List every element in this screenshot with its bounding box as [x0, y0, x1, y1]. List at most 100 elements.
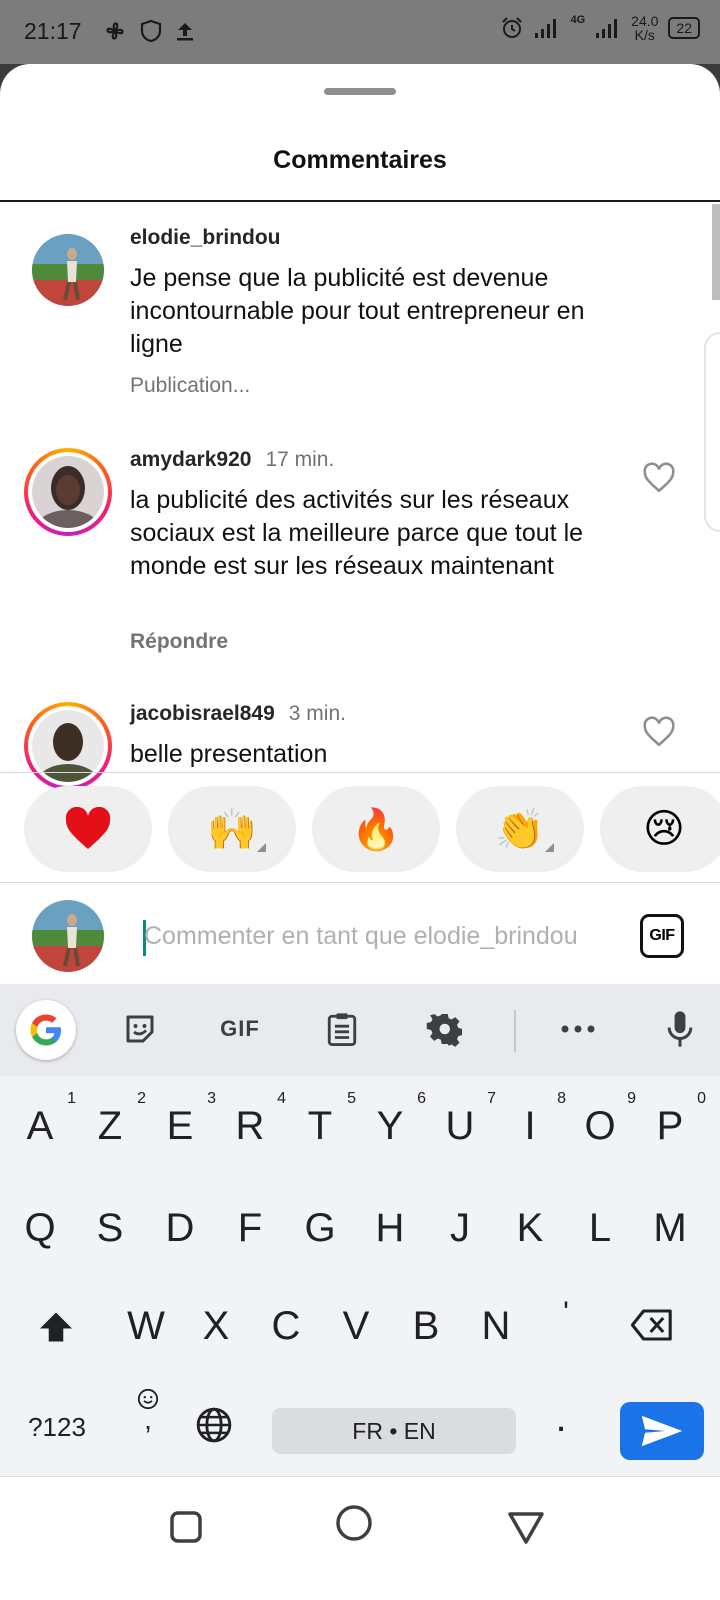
keyboard-keys: A1Z2E3R4T5Y6U7I8O9P0 QSDFGHJKLM W X C V B N ' …: [0, 1076, 720, 1477]
gear-icon: [426, 1014, 462, 1047]
backspace-icon: [630, 1309, 672, 1341]
username-text[interactable]: elodie_brindou: [130, 226, 281, 249]
fan-icon: [106, 22, 124, 40]
upload-icon: [177, 23, 193, 41]
toolbar-separator: [514, 1010, 516, 1052]
avatar[interactable]: [32, 234, 104, 306]
reaction-fire[interactable]: 🔥: [312, 786, 440, 872]
story-ring-avatar[interactable]: [24, 702, 112, 790]
key-c[interactable]: C: [256, 1304, 316, 1349]
key-label: E: [166, 1104, 194, 1148]
keyboard-toolbar: GIF: [0, 984, 720, 1076]
key-j[interactable]: J: [430, 1206, 490, 1251]
username-text[interactable]: amydark920: [130, 448, 251, 471]
reaction-raising-hands[interactable]: 🙌: [168, 786, 296, 872]
status-right-icons: 4G 24.0 K/s 22: [500, 14, 700, 42]
key-label: P: [656, 1104, 684, 1148]
key-v[interactable]: V: [326, 1304, 386, 1349]
key-l[interactable]: L: [570, 1206, 630, 1251]
crying-face-icon: 😢: [643, 807, 685, 851]
comment-status: Publication...: [130, 374, 251, 397]
key-n[interactable]: N: [466, 1304, 526, 1349]
key-q[interactable]: Q: [10, 1206, 70, 1251]
key-d[interactable]: D: [150, 1206, 210, 1251]
period-key[interactable]: .: [546, 1396, 576, 1441]
key-hint-number: 8: [557, 1090, 566, 1107]
more-button[interactable]: [556, 1004, 600, 1054]
emoji-comma-key[interactable]: ,: [128, 1388, 168, 1434]
navigation-bar: [0, 1476, 720, 1599]
comment-text: Je pense que la publicité est devenue in…: [130, 264, 585, 358]
reaction-heart[interactable]: [24, 786, 152, 872]
key-g[interactable]: G: [290, 1206, 350, 1251]
key-label: O: [584, 1104, 616, 1148]
comment-username[interactable]: amydark920 17 min.: [130, 448, 334, 472]
like-heart-icon[interactable]: [642, 462, 676, 494]
red-heart-icon: [65, 807, 111, 849]
google-button[interactable]: [16, 1000, 76, 1060]
key-h[interactable]: H: [360, 1206, 420, 1251]
voice-input-button[interactable]: [658, 1004, 702, 1054]
key-i[interactable]: I8: [500, 1090, 566, 1149]
comment-username[interactable]: elodie_brindou: [130, 226, 281, 250]
drag-handle[interactable]: [324, 88, 396, 95]
send-icon: [641, 1415, 683, 1447]
key-s[interactable]: S: [80, 1206, 140, 1251]
home-circle-icon[interactable]: [334, 1503, 374, 1543]
key-m[interactable]: M: [640, 1206, 700, 1251]
reply-button[interactable]: Répondre: [130, 630, 228, 654]
story-ring-avatar[interactable]: [24, 448, 112, 536]
reaction-clap[interactable]: 👏: [456, 786, 584, 872]
alarm-icon: [502, 17, 523, 38]
comment-username[interactable]: jacobisrael849 3 min.: [130, 702, 346, 726]
language-key[interactable]: [192, 1406, 236, 1454]
username-text[interactable]: jacobisrael849: [130, 702, 275, 725]
key-b[interactable]: B: [396, 1304, 456, 1349]
signal-icon: [535, 19, 557, 38]
key-u[interactable]: U7: [430, 1090, 496, 1149]
recents-square-icon[interactable]: [166, 1507, 206, 1547]
key-k[interactable]: K: [500, 1206, 560, 1251]
key-p[interactable]: P0: [640, 1090, 706, 1149]
key-r[interactable]: R4: [220, 1090, 286, 1149]
input-divider: [0, 882, 720, 883]
signal-icon-2: [596, 19, 618, 38]
key-hint-number: 3: [207, 1090, 216, 1107]
sheet-title: Commentaires: [273, 146, 447, 174]
key-w[interactable]: W: [116, 1304, 176, 1349]
gif-keyboard-button[interactable]: GIF: [212, 1004, 268, 1054]
like-heart-icon[interactable]: [642, 716, 676, 748]
comments-list[interactable]: elodie_brindou Je pense que la publicité…: [0, 202, 720, 848]
key-hint-number: 6: [417, 1090, 426, 1107]
key-apostrophe[interactable]: ': [536, 1296, 596, 1330]
key-hint-number: 5: [347, 1090, 356, 1107]
key-x[interactable]: X: [186, 1304, 246, 1349]
key-t[interactable]: T5: [290, 1090, 356, 1149]
send-key[interactable]: [620, 1402, 704, 1460]
key-a[interactable]: A1: [10, 1090, 76, 1149]
back-triangle-icon[interactable]: [506, 1507, 546, 1547]
fire-icon: 🔥: [351, 807, 401, 852]
reaction-crying[interactable]: 😢: [600, 786, 720, 872]
symbols-key[interactable]: ?123: [18, 1412, 96, 1443]
key-o[interactable]: O9: [570, 1090, 636, 1149]
backspace-key[interactable]: [622, 1306, 682, 1351]
key-label: R: [235, 1104, 265, 1148]
key-e[interactable]: E3: [150, 1090, 216, 1149]
settings-button[interactable]: [422, 1004, 466, 1054]
shift-key[interactable]: [26, 1308, 86, 1353]
key-hint-number: 4: [277, 1090, 286, 1107]
key-f[interactable]: F: [220, 1206, 280, 1251]
status-left-icons: [102, 18, 196, 44]
key-hint-number: 0: [697, 1090, 706, 1107]
sticker-button[interactable]: [118, 1004, 162, 1054]
key-y[interactable]: Y6: [360, 1090, 426, 1149]
key-hint-number: 2: [137, 1090, 146, 1107]
shift-arrow-icon: [40, 1312, 72, 1342]
comment-input[interactable]: [144, 914, 608, 958]
key-z[interactable]: Z2: [80, 1090, 146, 1149]
variant-indicator: [545, 843, 554, 852]
clipboard-button[interactable]: [320, 1004, 364, 1054]
gif-button[interactable]: GIF: [640, 914, 684, 958]
space-bar[interactable]: FR • EN: [272, 1408, 516, 1454]
